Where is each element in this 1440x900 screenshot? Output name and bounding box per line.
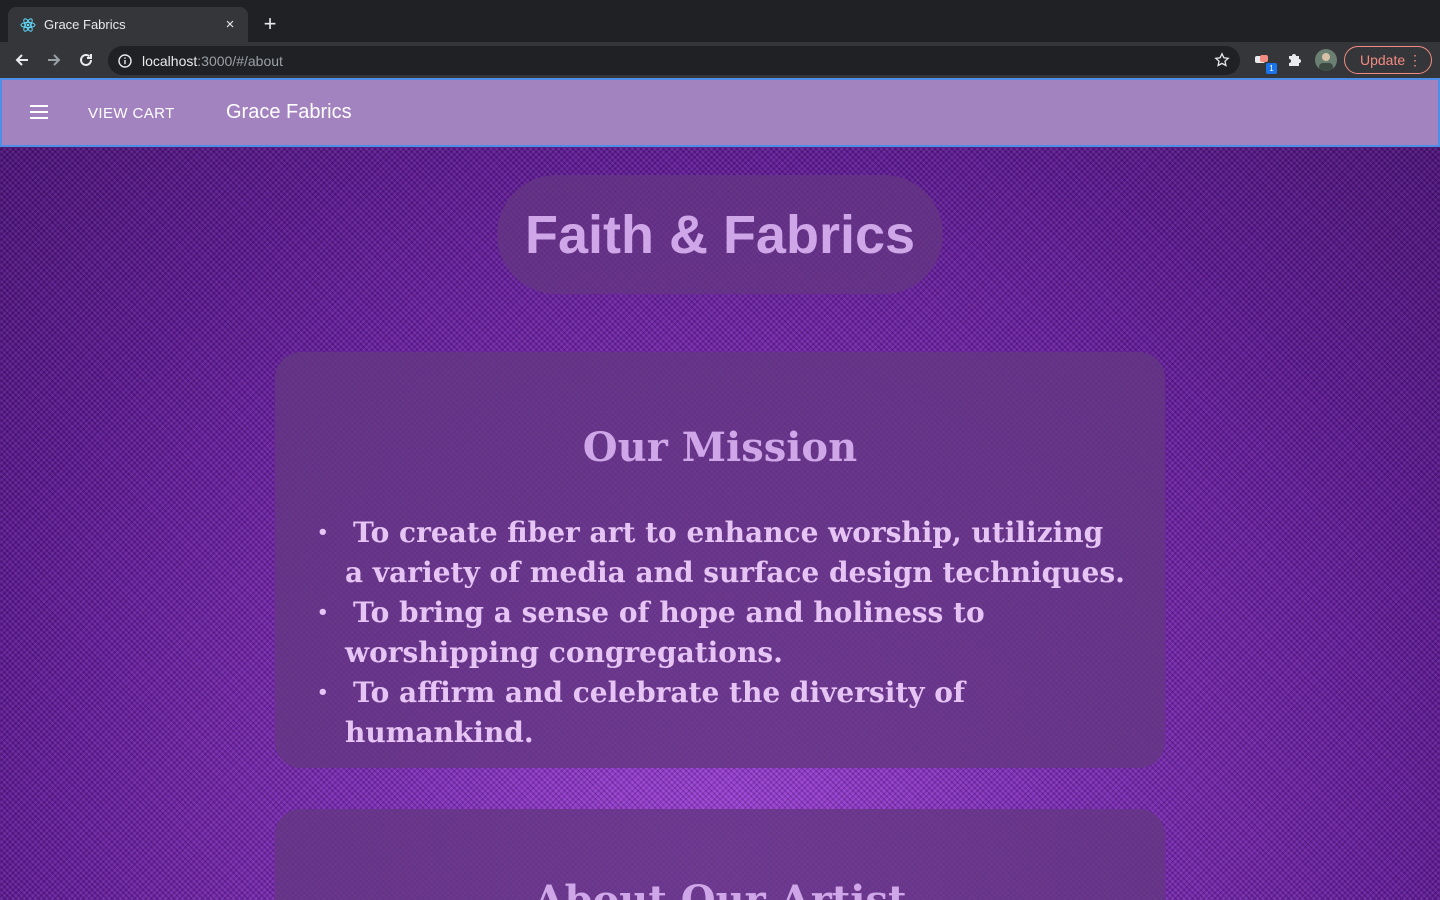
hero-banner: Faith & Fabrics [497, 175, 943, 294]
artist-heading: About Our Artist [275, 877, 1165, 900]
puzzle-icon[interactable] [1282, 48, 1306, 72]
arrow-left-icon [15, 54, 28, 66]
browser-toolbar: localhost :3000/#/about 1 Update ⋮ [0, 42, 1440, 78]
address-bar[interactable]: localhost :3000/#/about [108, 46, 1240, 75]
browser-tab[interactable]: Grace Fabrics × [8, 7, 248, 42]
bullet-icon: • [317, 682, 329, 703]
reload-icon [80, 53, 92, 66]
mission-item-text: To bring a sense of hope and holiness to… [345, 596, 985, 669]
browser-tabstrip: Grace Fabrics × + [0, 0, 1440, 42]
list-item: • To affirm and celebrate the diversity … [313, 673, 1125, 753]
extension-badge-icon[interactable]: 1 [1251, 48, 1277, 74]
mission-card: Our Mission • To create fiber art to enh… [275, 352, 1165, 768]
brand-title[interactable]: Grace Fabrics [226, 101, 352, 124]
new-tab-button[interactable]: + [258, 13, 282, 37]
back-button[interactable] [10, 48, 34, 72]
artist-card: About Our Artist [275, 809, 1165, 900]
forward-button[interactable] [42, 48, 66, 72]
info-icon[interactable] [118, 53, 132, 68]
mission-list: • To create fiber art to enhance worship… [313, 513, 1125, 753]
app-header: VIEW CART Grace Fabrics [0, 78, 1440, 147]
more-vert-icon[interactable]: ⋮ [1408, 52, 1422, 68]
bullet-icon: • [317, 522, 329, 543]
tab-close-icon[interactable]: × [222, 16, 238, 33]
bullet-icon: • [317, 602, 329, 623]
update-label: Update [1360, 52, 1406, 68]
url-path: :3000/#/about [197, 52, 283, 69]
update-button[interactable]: Update ⋮ [1344, 46, 1432, 74]
react-atom-icon [20, 17, 36, 33]
about-page: Faith & Fabrics Our Mission • To create … [0, 147, 1440, 900]
hamburger-menu-icon[interactable] [30, 105, 48, 119]
bookmark-star-icon[interactable] [1214, 52, 1230, 73]
mission-item-text: To create fiber art to enhance worship, … [345, 516, 1125, 589]
url-host: localhost [142, 52, 198, 69]
list-item: • To create fiber art to enhance worship… [313, 513, 1125, 593]
list-item: • To bring a sense of hope and holiness … [313, 593, 1125, 673]
mission-heading: Our Mission [582, 424, 858, 471]
reload-button[interactable] [74, 48, 98, 72]
view-cart-button[interactable]: VIEW CART [88, 105, 175, 122]
extension-count-badge: 1 [1266, 63, 1277, 74]
profile-avatar[interactable] [1315, 49, 1337, 71]
hero-title: Faith & Fabrics [524, 204, 916, 265]
arrow-right-icon [48, 54, 61, 66]
mission-item-text: To affirm and celebrate the diversity of… [345, 676, 966, 749]
tab-title: Grace Fabrics [44, 17, 126, 32]
